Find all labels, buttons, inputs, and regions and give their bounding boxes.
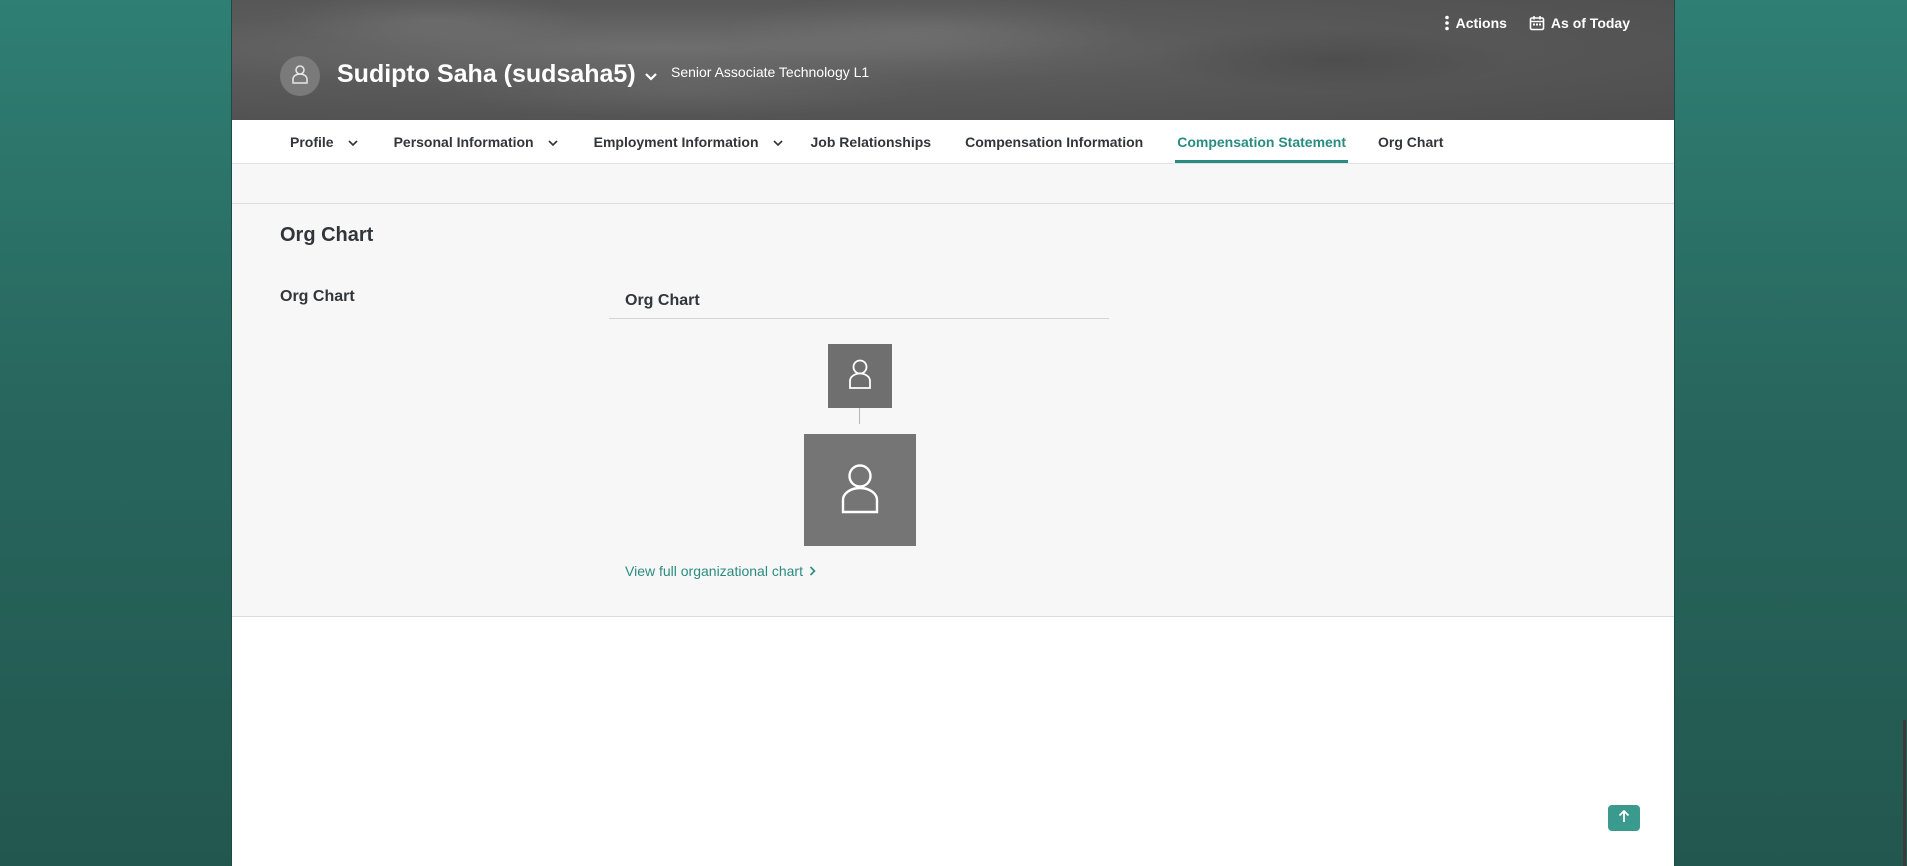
employee-name: Sudipto Saha (sudsaha5) — [337, 60, 636, 88]
tab-label: Compensation Information — [965, 133, 1144, 150]
person-icon — [291, 64, 309, 89]
tab-compensation-information[interactable]: Compensation Information — [963, 120, 1145, 163]
employee-name-dropdown[interactable]: Sudipto Saha (sudsaha5) — [337, 60, 658, 89]
more-vertical-icon — [1444, 15, 1450, 31]
avatar[interactable] — [280, 56, 320, 96]
manager-node[interactable] — [828, 344, 892, 408]
as-of-date-button[interactable]: As of Today — [1529, 15, 1630, 31]
org-chart-card-title: Org Chart — [609, 286, 1109, 319]
profile-header: Actions As of Today Sudipto Saha (sudsah… — [232, 0, 1674, 120]
as-of-label: As of Today — [1550, 15, 1630, 31]
tab-label: Org Chart — [1378, 133, 1444, 150]
chevron-down-icon — [772, 134, 783, 150]
section-tabs: Profile Personal Information Employment … — [232, 120, 1674, 164]
window-scrollbar-thumb[interactable] — [1903, 720, 1906, 866]
section-title: Org Chart — [280, 224, 374, 246]
tab-label: Personal Information — [393, 133, 534, 150]
field-label: Org Chart — [280, 288, 355, 305]
tab-label: Employment Information — [593, 133, 759, 150]
scroll-to-top-button[interactable] — [1608, 805, 1640, 831]
chevron-down-icon — [548, 134, 558, 150]
tab-compensation-statement[interactable]: Compensation Statement — [1175, 120, 1348, 163]
calendar-icon — [1529, 15, 1545, 31]
actions-button[interactable]: Actions — [1444, 15, 1507, 31]
profile-page: Actions As of Today Sudipto Saha (sudsah… — [231, 0, 1675, 866]
view-full-org-chart-link[interactable]: View full organizational chart — [625, 563, 816, 579]
view-link-label: View full organizational chart — [625, 563, 803, 579]
tab-label: Compensation Statement — [1177, 133, 1347, 150]
tab-job-relationships[interactable]: Job Relationships — [809, 120, 934, 163]
org-connector-line — [859, 408, 860, 424]
chevron-down-icon — [644, 60, 658, 89]
person-icon — [847, 358, 873, 395]
tab-label: Profile — [290, 133, 334, 150]
chevron-right-icon — [809, 563, 816, 579]
tab-org-chart[interactable]: Org Chart — [1376, 120, 1445, 163]
arrow-up-icon — [1618, 809, 1630, 828]
header-actions: Actions As of Today — [1444, 15, 1630, 31]
job-title: Senior Associate Technology L1 — [671, 64, 870, 80]
tab-employment-information[interactable]: Employment Information — [592, 120, 785, 163]
tab-label: Job Relationships — [810, 133, 932, 150]
person-icon — [839, 462, 881, 519]
employee-node[interactable] — [804, 434, 916, 546]
org-chart-section: Org Chart Org Chart Org Chart View full … — [232, 164, 1674, 617]
chevron-down-icon — [348, 134, 358, 150]
section-divider — [232, 203, 1674, 204]
actions-label: Actions — [1455, 15, 1507, 31]
tab-profile[interactable]: Profile — [288, 120, 360, 163]
tab-personal-information[interactable]: Personal Information — [392, 120, 560, 163]
